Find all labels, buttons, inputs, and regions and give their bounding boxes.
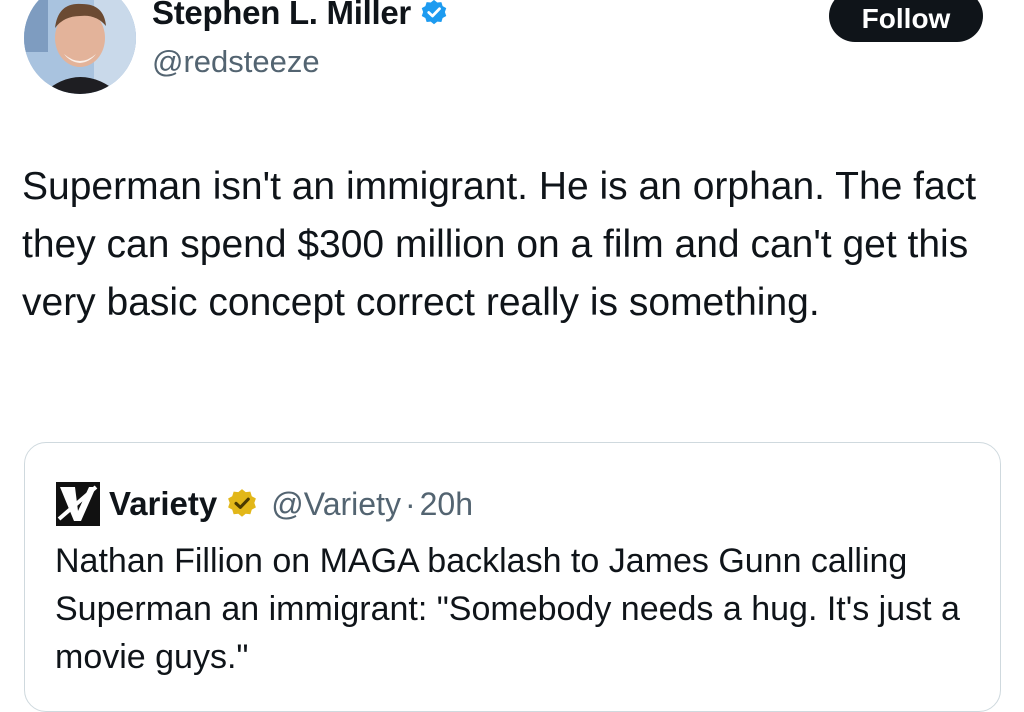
quoted-tweet-text: Nathan Fillion on MAGA backlash to James…: [55, 542, 960, 676]
tweet-text: Superman isn't an immigrant. He is an or…: [22, 165, 977, 324]
author-name[interactable]: Stephen L. Miller: [152, 0, 411, 32]
quoted-author-handle[interactable]: @Variety: [271, 486, 401, 523]
profile-photo: [24, 0, 136, 94]
variety-logo: [56, 482, 100, 526]
quoted-tweet-card[interactable]: Variety @Variety · 20h Nathan Fillion on…: [24, 442, 1001, 712]
quoted-tweet-header: Variety @Variety · 20h: [55, 481, 473, 527]
quoted-author-name[interactable]: Variety: [109, 485, 217, 523]
author-name-row: Stephen L. Miller: [152, 0, 449, 32]
gold-verified-badge-icon: [228, 489, 257, 517]
separator-dot: ·: [404, 485, 416, 522]
author-handle[interactable]: @redsteeze: [152, 44, 320, 80]
verified-badge-icon: [421, 0, 447, 25]
quoted-tweet-time[interactable]: 20h: [420, 486, 473, 523]
avatar[interactable]: [24, 0, 136, 94]
follow-button[interactable]: Follow: [829, 0, 983, 42]
